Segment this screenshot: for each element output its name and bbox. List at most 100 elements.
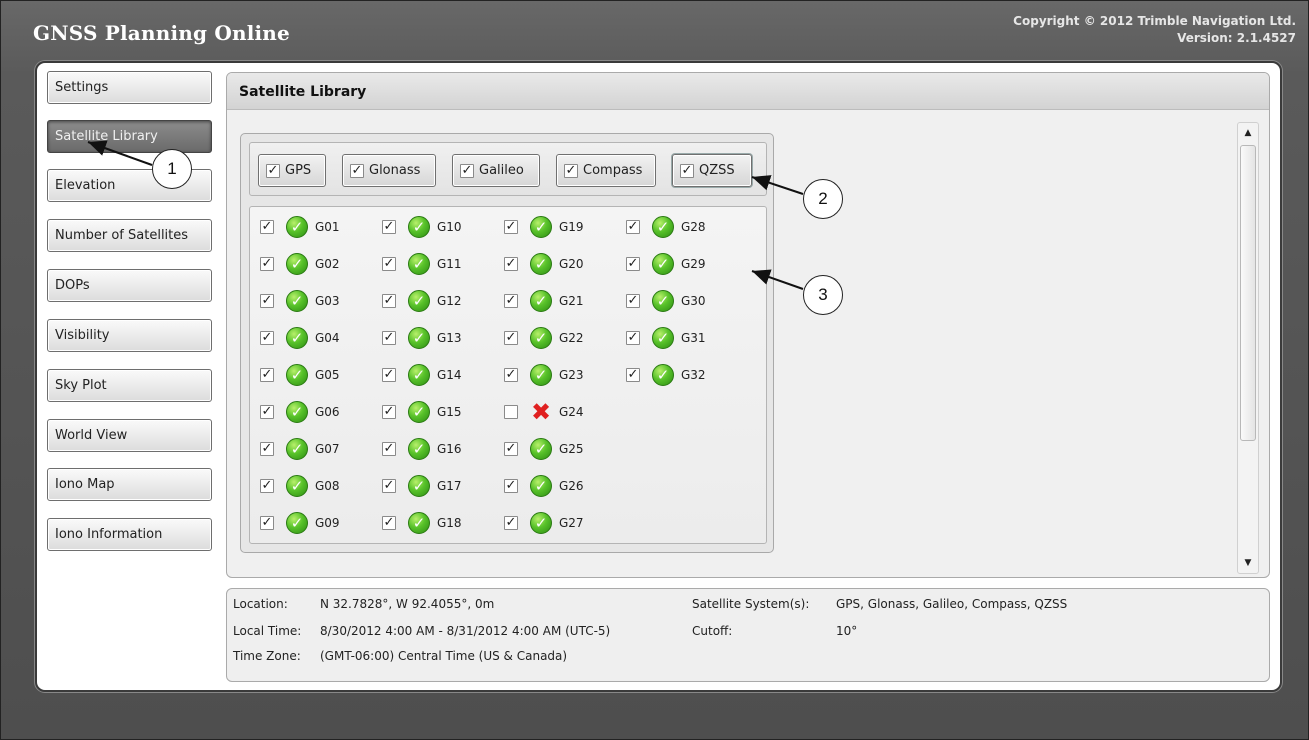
satellite-item-g03[interactable]: ✓ ✓ G03 — [260, 289, 340, 313]
satellite-checkbox[interactable]: ✓ — [382, 257, 396, 271]
satellite-checkbox[interactable]: ✓ — [260, 220, 274, 234]
satellite-item-g30[interactable]: ✓ ✓ G30 — [626, 289, 706, 313]
satellite-checkbox[interactable]: ✓ — [504, 442, 518, 456]
status-ok-icon: ✓ — [652, 290, 674, 312]
nav-iono-information-button[interactable]: Iono Information — [47, 518, 212, 551]
system-glonass-toggle[interactable]: ✓ Glonass — [342, 154, 436, 187]
satellite-checkbox[interactable]: ✓ — [382, 220, 396, 234]
satellite-checkbox[interactable]: ✓ — [260, 368, 274, 382]
summary-panel: Location: N 32.7828°, W 92.4055°, 0m Loc… — [226, 588, 1270, 682]
satellite-systems-value: GPS, Glonass, Galileo, Compass, QZSS — [836, 597, 1068, 611]
satellite-item-g18[interactable]: ✓ ✓ G18 — [382, 511, 462, 535]
satellite-item-g27[interactable]: ✓ ✓ G27 — [504, 511, 584, 535]
satellite-checkbox[interactable]: ✓ — [626, 220, 640, 234]
satellite-item-g06[interactable]: ✓ ✓ G06 — [260, 400, 340, 424]
nav-visibility-button[interactable]: Visibility — [47, 319, 212, 352]
nav-dops-button[interactable]: DOPs — [47, 269, 212, 302]
satellite-item-g13[interactable]: ✓ ✓ G13 — [382, 326, 462, 350]
satellite-checkbox[interactable]: ✓ — [382, 294, 396, 308]
satellite-checkbox[interactable]: ✓ — [260, 294, 274, 308]
satellite-label: G18 — [437, 516, 462, 530]
vertical-scrollbar[interactable]: ▲ ▼ — [1237, 122, 1259, 574]
satellite-checkbox[interactable] — [504, 405, 518, 419]
satellite-label: G06 — [315, 405, 340, 419]
satellite-item-g19[interactable]: ✓ ✓ G19 — [504, 215, 584, 239]
satellite-checkbox[interactable]: ✓ — [626, 294, 640, 308]
satellite-item-g20[interactable]: ✓ ✓ G20 — [504, 252, 584, 276]
scroll-thumb[interactable] — [1240, 145, 1256, 441]
status-ok-icon: ✓ — [286, 512, 308, 534]
nav-number-of-satellites-button[interactable]: Number of Satellites — [47, 219, 212, 252]
satellite-item-g31[interactable]: ✓ ✓ G31 — [626, 326, 706, 350]
nav-iono-map-button[interactable]: Iono Map — [47, 468, 212, 501]
satellite-checkbox[interactable]: ✓ — [504, 479, 518, 493]
system-gps-toggle[interactable]: ✓ GPS — [258, 154, 326, 187]
satellite-label: G20 — [559, 257, 584, 271]
satellite-checkbox[interactable]: ✓ — [504, 294, 518, 308]
satellite-checkbox[interactable]: ✓ — [626, 331, 640, 345]
satellite-checkbox[interactable]: ✓ — [382, 405, 396, 419]
satellite-checkbox[interactable]: ✓ — [504, 516, 518, 530]
satellite-item-g07[interactable]: ✓ ✓ G07 — [260, 437, 340, 461]
satellite-item-g17[interactable]: ✓ ✓ G17 — [382, 474, 462, 498]
satellite-item-g26[interactable]: ✓ ✓ G26 — [504, 474, 584, 498]
satellite-item-g21[interactable]: ✓ ✓ G21 — [504, 289, 584, 313]
satellite-checkbox[interactable]: ✓ — [260, 331, 274, 345]
local-time-value: 8/30/2012 4:00 AM - 8/31/2012 4:00 AM (U… — [320, 624, 611, 638]
satellite-item-g08[interactable]: ✓ ✓ G08 — [260, 474, 340, 498]
satellite-item-g12[interactable]: ✓ ✓ G12 — [382, 289, 462, 313]
satellite-item-g23[interactable]: ✓ ✓ G23 — [504, 363, 584, 387]
status-ok-icon: ✓ — [286, 401, 308, 423]
satellite-checkbox[interactable]: ✓ — [260, 479, 274, 493]
satellite-checkbox[interactable]: ✓ — [260, 442, 274, 456]
scroll-up-icon[interactable]: ▲ — [1238, 124, 1258, 142]
scroll-down-icon[interactable]: ▼ — [1238, 554, 1258, 572]
nav-satellite-library-button[interactable]: Satellite Library — [47, 120, 212, 153]
satellite-item-g24[interactable]: ✖ G24 — [504, 400, 584, 424]
satellite-checkbox[interactable]: ✓ — [260, 405, 274, 419]
checkbox-icon: ✓ — [266, 162, 280, 178]
satellite-checkbox[interactable]: ✓ — [382, 368, 396, 382]
nav-sky-plot-button[interactable]: Sky Plot — [47, 369, 212, 402]
checkbox-icon: ✓ — [460, 162, 474, 178]
satellite-checkbox[interactable]: ✓ — [504, 220, 518, 234]
satellite-item-g29[interactable]: ✓ ✓ G29 — [626, 252, 706, 276]
satellite-item-g28[interactable]: ✓ ✓ G28 — [626, 215, 706, 239]
system-compass-toggle[interactable]: ✓ Compass — [556, 154, 656, 187]
satellite-item-g32[interactable]: ✓ ✓ G32 — [626, 363, 706, 387]
app-frame: GNSS Planning Online Copyright © 2012 Tr… — [0, 0, 1309, 740]
satellite-item-g09[interactable]: ✓ ✓ G09 — [260, 511, 340, 535]
satellite-item-g11[interactable]: ✓ ✓ G11 — [382, 252, 462, 276]
satellite-checkbox[interactable]: ✓ — [626, 368, 640, 382]
satellite-item-g04[interactable]: ✓ ✓ G04 — [260, 326, 340, 350]
satellite-checkbox[interactable]: ✓ — [260, 257, 274, 271]
satellite-item-g22[interactable]: ✓ ✓ G22 — [504, 326, 584, 350]
satellite-item-g01[interactable]: ✓ ✓ G01 — [260, 215, 340, 239]
satellite-item-g14[interactable]: ✓ ✓ G14 — [382, 363, 462, 387]
satellite-label: G12 — [437, 294, 462, 308]
satellite-checkbox[interactable]: ✓ — [260, 516, 274, 530]
system-qzss-toggle[interactable]: ✓ QZSS — [672, 154, 752, 187]
callout-3: 3 — [803, 275, 843, 315]
satellite-item-g16[interactable]: ✓ ✓ G16 — [382, 437, 462, 461]
copyright-text: Copyright © 2012 Trimble Navigation Ltd. — [1013, 14, 1296, 28]
satellite-label: G29 — [681, 257, 706, 271]
satellite-item-g05[interactable]: ✓ ✓ G05 — [260, 363, 340, 387]
nav-settings-button[interactable]: Settings — [47, 71, 212, 104]
satellite-checkbox[interactable]: ✓ — [504, 331, 518, 345]
satellite-checkbox[interactable]: ✓ — [382, 516, 396, 530]
satellite-checkbox[interactable]: ✓ — [504, 368, 518, 382]
status-ok-icon: ✓ — [652, 364, 674, 386]
satellite-checkbox[interactable]: ✓ — [504, 257, 518, 271]
satellite-checkbox[interactable]: ✓ — [382, 442, 396, 456]
satellite-item-g10[interactable]: ✓ ✓ G10 — [382, 215, 462, 239]
satellite-item-g25[interactable]: ✓ ✓ G25 — [504, 437, 584, 461]
satellite-checkbox[interactable]: ✓ — [626, 257, 640, 271]
satellite-item-g15[interactable]: ✓ ✓ G15 — [382, 400, 462, 424]
satellite-checkbox[interactable]: ✓ — [382, 479, 396, 493]
satellite-label: G17 — [437, 479, 462, 493]
satellite-item-g02[interactable]: ✓ ✓ G02 — [260, 252, 340, 276]
system-galileo-toggle[interactable]: ✓ Galileo — [452, 154, 540, 187]
nav-world-view-button[interactable]: World View — [47, 419, 212, 452]
satellite-checkbox[interactable]: ✓ — [382, 331, 396, 345]
